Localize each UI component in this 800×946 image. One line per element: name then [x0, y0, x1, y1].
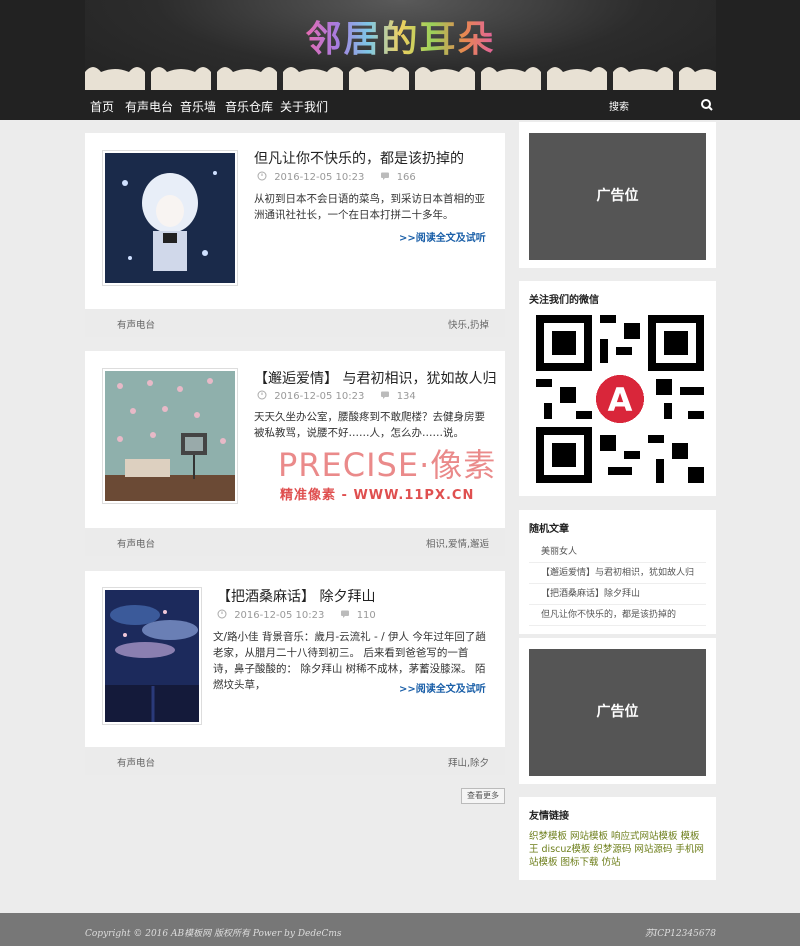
nav-item-home[interactable]: 首页	[90, 98, 114, 115]
post-meta: 2016-12-05 10:23 110	[217, 609, 376, 621]
site-header: 邻居的耳朵 首页 有声电台 音乐墙 音乐仓库 关于我们	[0, 0, 800, 120]
nav-item-about[interactable]: 关于我们	[280, 98, 328, 115]
search-box	[605, 96, 715, 114]
post-thumbnail[interactable]	[102, 150, 238, 286]
comment-icon	[380, 391, 389, 399]
friend-links[interactable]: 织梦模板 网站模板 响应式网站模板 模板王 discuz模板 织梦源码 网站源码…	[529, 830, 709, 869]
post-views: 134	[396, 391, 416, 402]
random-article-item[interactable]: 美丽女人	[529, 542, 706, 563]
random-articles-box: 随机文章 美丽女人 【邂逅爱情】与君初相识，犹如故人归 【把酒桑麻话】除夕拜山 …	[519, 510, 716, 634]
post-category[interactable]: 有声电台	[117, 317, 155, 331]
nav-item-radio[interactable]: 有声电台	[125, 98, 173, 115]
post-date: 2016-12-05 10:23	[274, 391, 365, 402]
clock-icon	[217, 609, 227, 619]
post-excerpt: 从初到日本不会日语的菜鸟，到采访日本首相的亚洲通讯社社长，一个在日本打拼二十多年…	[254, 193, 485, 221]
post-meta: 2016-12-05 10:23 166	[257, 171, 416, 183]
copyright: Copyright © 2016 AB模板网 版权所有 Power by Ded…	[85, 929, 342, 939]
post-footer: 有声电台 拜山,除夕	[85, 747, 505, 775]
wechat-box: 关注我们的微信 A	[519, 281, 716, 496]
night-sky-image	[105, 590, 199, 722]
ad-box: 广告位	[519, 638, 716, 784]
tv-room-image	[105, 371, 235, 501]
read-more-link[interactable]: >>阅读全文及试听	[399, 229, 486, 244]
post-card: 但凡让你不快乐的，都是该扔掉的 2016-12-05 10:23 166 从初到…	[85, 133, 505, 337]
wechat-title: 关注我们的微信	[529, 295, 599, 306]
post-card: 【把酒桑麻话】 除夕拜山 2016-12-05 10:23 110 文/路小佳 …	[85, 571, 505, 775]
ears-decoration	[85, 67, 716, 90]
comment-icon	[380, 172, 389, 180]
main-nav: 首页 有声电台 音乐墙 音乐仓库 关于我们	[85, 90, 716, 120]
nav-item-music-store[interactable]: 音乐仓库	[225, 98, 273, 115]
post-tags[interactable]: 相识,爱情,邂逅	[426, 536, 489, 550]
random-title: 随机文章	[529, 524, 569, 535]
post-title[interactable]: 【邂逅爱情】 与君初相识，犹如故人归	[254, 368, 496, 388]
site-logo[interactable]: 邻居的耳朵	[85, 10, 716, 62]
banner: 邻居的耳朵	[85, 0, 716, 90]
post-date: 2016-12-05 10:23	[234, 610, 325, 621]
svg-text:A: A	[608, 381, 633, 419]
ad-placeholder[interactable]: 广告位	[529, 649, 706, 776]
post-meta: 2016-12-05 10:23 134	[257, 390, 416, 402]
random-article-item[interactable]: 【邂逅爱情】与君初相识，犹如故人归	[529, 563, 706, 584]
read-more-link[interactable]: >>阅读全文及试听	[399, 680, 486, 695]
post-thumbnail[interactable]	[102, 587, 202, 725]
ad-box: 广告位	[519, 122, 716, 268]
post-footer: 有声电台 快乐,扔掉	[85, 309, 505, 337]
clock-icon	[257, 390, 267, 400]
search-icon[interactable]	[699, 97, 715, 113]
qr-code-icon: A	[536, 315, 704, 483]
post-category[interactable]: 有声电台	[117, 536, 155, 550]
site-footer: Copyright © 2016 AB模板网 版权所有 Power by Ded…	[0, 913, 800, 946]
anime-girl-image	[105, 153, 235, 283]
post-tags[interactable]: 快乐,扔掉	[448, 317, 489, 331]
clock-icon	[257, 171, 267, 181]
nav-item-music-wall[interactable]: 音乐墙	[180, 98, 216, 115]
friend-links-box: 友情链接 织梦模板 网站模板 响应式网站模板 模板王 discuz模板 织梦源码…	[519, 797, 716, 880]
links-title: 友情链接	[529, 811, 569, 822]
search-input[interactable]	[605, 96, 699, 114]
site-logo-text: 邻居的耳朵	[305, 10, 495, 62]
post-views: 110	[356, 610, 376, 621]
load-more-button[interactable]: 查看更多	[461, 788, 505, 804]
post-tags[interactable]: 拜山,除夕	[448, 755, 489, 769]
post-category[interactable]: 有声电台	[117, 755, 155, 769]
random-article-item[interactable]: 【把酒桑麻话】除夕拜山	[529, 584, 706, 605]
post-card: 【邂逅爱情】 与君初相识，犹如故人归 2016-12-05 10:23 134 …	[85, 351, 505, 556]
ad-placeholder[interactable]: 广告位	[529, 133, 706, 260]
icp-number[interactable]: 苏ICP12345678	[645, 926, 716, 939]
post-footer: 有声电台 相识,爱情,邂逅	[85, 528, 505, 556]
post-title[interactable]: 【把酒桑麻话】 除夕拜山	[217, 586, 375, 606]
comment-icon	[340, 610, 349, 618]
post-title[interactable]: 但凡让你不快乐的，都是该扔掉的	[254, 148, 464, 168]
post-excerpt: 天天久坐办公室，腰酸疼到不敢爬楼？去健身房要被私教骂，说腰不好……人，怎么办………	[254, 411, 485, 439]
random-article-item[interactable]: 但凡让你不快乐的，都是该扔掉的	[529, 605, 706, 626]
post-views: 166	[396, 172, 416, 183]
post-thumbnail[interactable]	[102, 368, 238, 504]
post-date: 2016-12-05 10:23	[274, 172, 365, 183]
